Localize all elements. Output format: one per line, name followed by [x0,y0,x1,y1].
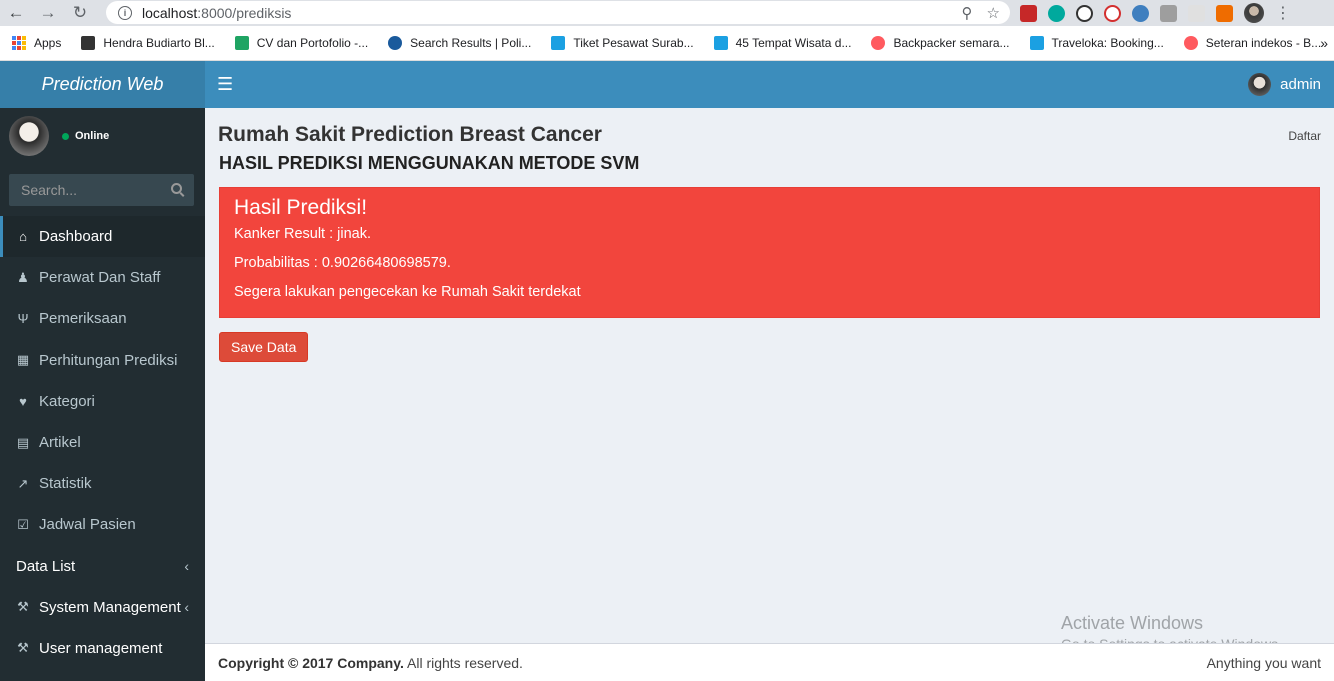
user-menu[interactable]: admin [1248,73,1321,96]
bookmark-item[interactable]: 45 Tempat Wisata d... [713,36,851,50]
brand-logo[interactable]: Prediction Web [0,61,205,108]
traveloka-bird-icon [551,36,566,50]
extension-doc-icon[interactable] [1188,4,1205,22]
line-chart-icon: ↗ [17,475,29,491]
sidebar: Online ⌂Dashboard ♟Perawat Dan Staff ΨPe… [0,108,205,681]
section-title: HASIL PREDIKSI MENGGUNAKAN METODE SVM [219,153,640,173]
main-content: Rumah Sakit Prediction Breast Cancer Daf… [205,108,1334,643]
footer-right-text: Anything you want [1206,654,1321,671]
forward-arrow-icon[interactable]: → [32,0,64,26]
stethoscope-icon: Ψ [17,311,29,327]
extension-m-icon[interactable] [1048,4,1065,22]
bookmark-item[interactable]: Hendra Budiarto Bl... [81,36,215,50]
bookmark-item[interactable]: Search Results | Poli... [388,36,531,50]
sidebar-item-dashboard[interactable]: ⌂ Dashboard [0,216,205,258]
zoom-icon[interactable]: ⚲ [962,4,973,22]
rights-text: All rights reserved. [403,654,523,671]
wrench-icon: ⚒ [17,599,29,615]
bookmarks-overflow-icon[interactable]: » [1320,35,1328,51]
sidebar-item-perawat-dan-staff[interactable]: ♟ Perawat Dan Staff [0,257,205,298]
sidebar-item-artikel[interactable]: ▤ Artikel [0,422,205,463]
chevron-left-icon: ‹ [184,558,189,575]
browser-profile-avatar[interactable] [1244,3,1264,23]
sidebar-item-statistik[interactable]: ↗ Statistik [0,463,205,504]
extension-puzzle-icon[interactable] [1160,4,1177,22]
extension-key-icon[interactable] [1216,4,1233,22]
status-badge: Online [62,130,109,142]
wrench-icon: ⚒ [17,640,29,656]
avatar [9,116,49,156]
online-dot-icon [62,132,69,140]
browser-menu-icon[interactable]: ⋮ [1275,3,1291,23]
bookmark-item[interactable]: Traveloka: Booking... [1029,36,1164,50]
heartbeat-icon: ♥ [19,393,27,409]
extension-globe-icon[interactable] [1132,4,1149,22]
sidebar-search [9,174,194,206]
user-icon: ♟ [17,269,29,285]
url-text: localhost:8000/prediksis [142,4,292,21]
chevron-left-icon: ‹ [184,599,189,616]
bookmarks-bar: Apps Hendra Budiarto Bl... CV dan Portof… [0,26,1334,61]
username: admin [1280,76,1321,93]
probability-text: Probabilitas : 0.90266480698579. [234,255,451,271]
sidebar-item-user-management[interactable]: ⚒ User management [0,628,205,669]
sidebar-item-pemeriksaan[interactable]: Ψ Pemeriksaan [0,298,205,339]
search-icon[interactable] [171,183,182,194]
footer: Copyright © 2017 Company. All rights res… [205,643,1334,681]
bookmark-item[interactable]: Backpacker semara... [871,36,1010,50]
apps-grid-icon [12,36,26,50]
bookmark-item[interactable]: Seteran indekos - B... [1183,36,1321,50]
bookmark-favicon-icon [81,36,96,50]
google-drive-icon [234,36,249,50]
extension-clock-icon[interactable] [1076,4,1093,22]
alert-heading: Hasil Prediksi! [234,196,368,219]
sidebar-item-jadwal-pasien[interactable]: ☑ Jadwal Pasien [0,504,205,545]
search-input[interactable] [21,182,161,198]
avatar [1248,73,1272,96]
user-panel: Online [9,116,109,156]
sidebar-toggle-icon[interactable]: ☰ [217,74,233,95]
page-title: Rumah Sakit Prediction Breast Cancer [218,123,602,146]
sidebar-item-perhitungan-prediksi[interactable]: ▦ Perhitungan Prediksi [0,340,205,381]
traveloka-bird-icon [713,36,728,50]
home-icon: ⌂ [19,229,27,245]
bookmark-item[interactable]: CV dan Portofolio -... [234,36,368,50]
browser-toolbar: ← → ↻ i localhost:8000/prediksis ⚲ ☆ ⋮ [0,0,1334,26]
back-arrow-icon[interactable]: ← [0,0,32,26]
airbnb-icon [871,36,886,50]
address-bar[interactable]: i localhost:8000/prediksis ⚲ ☆ [106,1,1010,24]
breadcrumb[interactable]: Daftar [1288,129,1321,143]
calculator-icon: ▦ [16,352,30,368]
bookmark-apps[interactable]: Apps [12,36,61,50]
bookmark-favicon-icon [388,36,403,50]
sidebar-item-kategori[interactable]: ♥ Kategori [0,381,205,422]
extension-book-icon[interactable] [1020,4,1037,22]
file-icon: ▤ [16,434,30,450]
calendar-check-icon: ☑ [17,516,29,532]
bookmark-item[interactable]: Tiket Pesawat Surab... [551,36,694,50]
reload-icon[interactable]: ↻ [64,0,96,26]
sidebar-item-system-management[interactable]: ⚒ System Management ‹ [0,587,205,628]
sidebar-item-data-list[interactable]: Data List ‹ [0,546,205,587]
bookmark-star-icon[interactable]: ☆ [987,4,1000,22]
traveloka-bird-icon [1029,36,1044,50]
extension-block-icon[interactable] [1104,4,1121,22]
result-text: Kanker Result : jinak. [234,226,372,242]
airbnb-icon [1183,36,1198,50]
info-icon[interactable]: i [118,5,132,20]
copyright-text: Copyright © 2017 Company. [218,654,404,671]
save-data-button[interactable]: Save Data [219,332,309,362]
prediction-result-alert: Hasil Prediksi! Kanker Result : jinak. P… [219,187,1320,318]
sidebar-menu: ⌂ Dashboard ♟ Perawat Dan Staff Ψ Pemeriksa… [0,216,205,669]
advice-text: Segera lakukan pengecekan ke Rumah Sakit… [234,284,581,300]
top-navbar: ☰ admin [205,61,1334,108]
